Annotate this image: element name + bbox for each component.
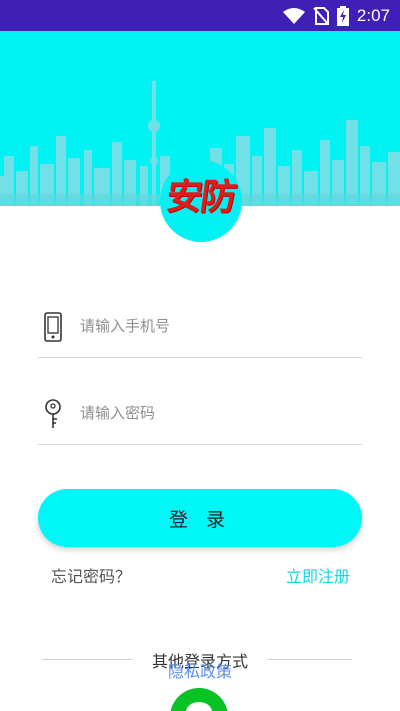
divider-right [268, 659, 352, 660]
key-icon [45, 399, 61, 428]
status-time: 2:07 [356, 5, 390, 25]
register-link[interactable]: 立即注册 [286, 563, 350, 587]
divider-left [42, 659, 132, 660]
phone-input[interactable] [80, 311, 350, 341]
login-screen: 2:07 安防 请输入手机号 登 录 忘记密码？ 立即注册 其他登录方式 隐私政… [0, 0, 400, 711]
forgot-password-link[interactable]: 忘记密码？ [51, 563, 131, 587]
wifi-icon [282, 7, 305, 24]
status-icons: 2:07 [282, 0, 390, 31]
status-bar: 2:07 [0, 0, 400, 31]
login-button[interactable]: 登 录 [38, 489, 362, 547]
app-logo-text: 安防 [163, 176, 238, 218]
battery-charging-icon [336, 5, 349, 26]
password-input[interactable] [80, 398, 350, 428]
privacy-policy-link[interactable]: 隐私政策 [130, 658, 270, 682]
no-sim-icon [313, 6, 329, 25]
password-field [38, 384, 362, 445]
phone-field [38, 297, 362, 358]
phone-icon [44, 312, 62, 342]
